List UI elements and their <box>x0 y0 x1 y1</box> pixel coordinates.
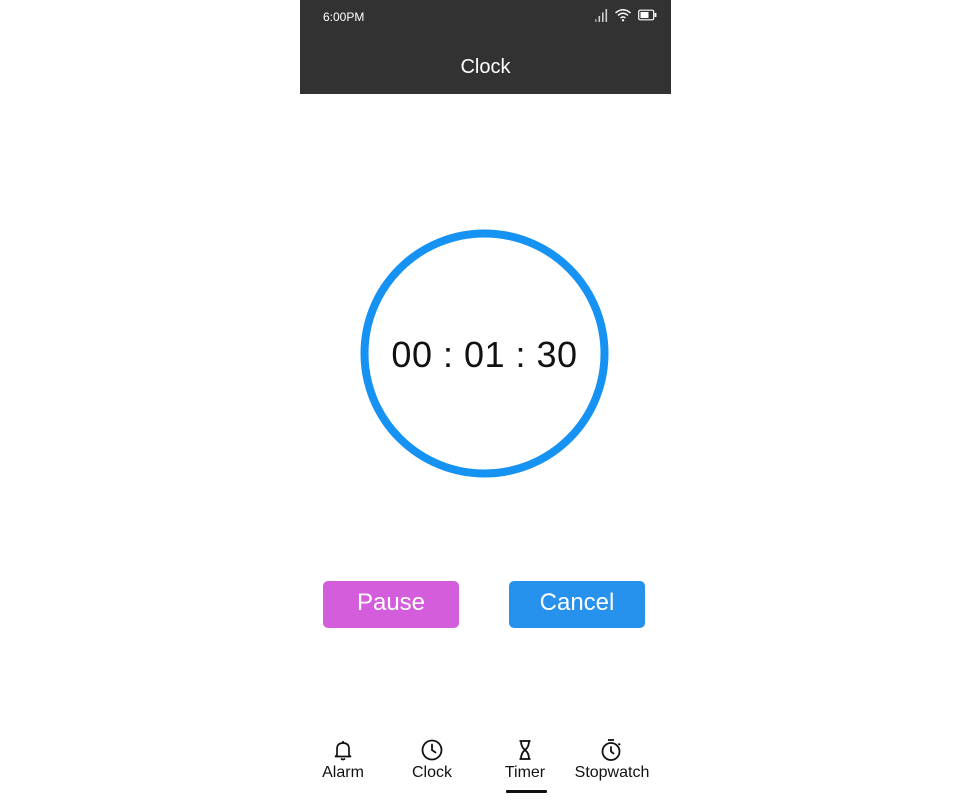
tab-stopwatch[interactable]: Stopwatch <box>566 738 658 798</box>
status-icons <box>594 8 657 27</box>
stopwatch-icon <box>599 738 625 762</box>
timer-ring: 00 : 01 : 30 <box>360 229 609 478</box>
tab-clock[interactable]: Clock <box>397 738 467 798</box>
tab-alarm-label: Alarm <box>322 764 364 781</box>
pause-button-label: Pause <box>356 588 426 616</box>
tab-timer-label: Timer <box>504 764 546 781</box>
app-bar: Clock <box>300 34 671 94</box>
tab-alarm[interactable]: Alarm <box>308 738 378 798</box>
phone-screen: 6:00PM Clock 00: 01: 30 Pause Cancel A… <box>300 0 671 809</box>
bell-icon <box>331 738 355 762</box>
pause-button[interactable]: Pause <box>323 581 459 628</box>
cancel-button-label: Cancel <box>539 588 615 616</box>
page-title: Clock <box>460 56 511 78</box>
wifi-icon <box>614 8 632 27</box>
cancel-button[interactable]: Cancel <box>509 581 645 628</box>
tab-clock-label: Clock <box>411 764 452 781</box>
selected-tab-indicator <box>506 790 547 793</box>
hourglass-icon <box>513 738 537 762</box>
timer-display: 00 : 01 : 30 <box>391 334 578 375</box>
tab-stopwatch-label: Stopwatch <box>574 764 650 781</box>
status-time: 6:00PM <box>323 10 365 24</box>
battery-icon <box>638 8 657 26</box>
status-bar: 6:00PM <box>300 0 671 34</box>
clock-icon <box>420 738 444 762</box>
cellular-signal-icon <box>594 8 608 27</box>
bottom-tab-bar: Alarm Clock Timer Stopwatch <box>300 730 671 809</box>
tab-timer[interactable]: Timer <box>490 738 560 798</box>
